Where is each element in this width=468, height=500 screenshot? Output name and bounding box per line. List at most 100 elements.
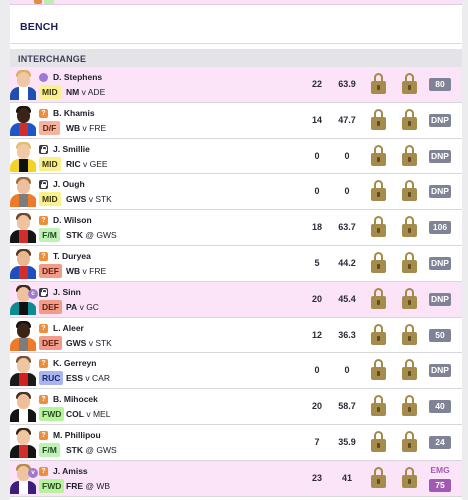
- lock-icon[interactable]: [401, 180, 418, 202]
- player-row[interactable]: ? T. Duryea DEF WB v FRE 5 44.2 DNP: [10, 245, 462, 282]
- player-row[interactable]: D. Stephens MID NM v ADE 22 63.9 80: [10, 67, 462, 103]
- player-name[interactable]: D. Stephens: [53, 72, 102, 82]
- locked-status-icon[interactable]: [39, 180, 48, 190]
- team-code: NM: [66, 87, 80, 97]
- lock-icon[interactable]: [370, 359, 387, 381]
- position-badge: D/F: [39, 120, 60, 135]
- player-row[interactable]: ? L. Aleer DEF GWS v STK 12 36.3 50: [10, 317, 462, 354]
- lock-icon[interactable]: [370, 108, 387, 131]
- page-edge-left: [0, 0, 10, 500]
- match-fixture: ESS v CAR: [66, 373, 110, 383]
- average-score: 0: [344, 365, 350, 376]
- question-status-icon[interactable]: ?: [39, 395, 48, 405]
- avatar-jersey-stripe: [19, 480, 28, 494]
- lock-icon[interactable]: [401, 287, 418, 310]
- lock-icon[interactable]: [401, 216, 418, 238]
- player-row[interactable]: v ? J. Amiss FWD FRE @ WB 23 41 EMG 75: [10, 460, 462, 497]
- player-name[interactable]: J. Smillie: [53, 144, 90, 154]
- locked-status-icon[interactable]: [39, 287, 48, 297]
- lock-icon[interactable]: [370, 251, 387, 274]
- locked-status-icon[interactable]: [39, 144, 48, 154]
- player-avatar[interactable]: [10, 176, 36, 208]
- opponent-code: GEE: [89, 158, 108, 169]
- divider: [10, 43, 462, 44]
- player-row[interactable]: ? B. Mihocek FWD COL v MEL 20 58.7 40: [10, 389, 462, 425]
- lock-icon[interactable]: [370, 395, 387, 417]
- player-name[interactable]: J. Amiss: [53, 466, 88, 476]
- question-status-icon[interactable]: ?: [39, 216, 48, 226]
- player-avatar[interactable]: [10, 320, 36, 351]
- avatar-jersey-stripe: [19, 409, 28, 423]
- games-played: 14: [311, 114, 322, 125]
- player-name[interactable]: B. Khamis: [53, 108, 95, 118]
- player-row[interactable]: J. Ough MID GWS v STK 0 0 DNP: [10, 174, 462, 211]
- position-badge: FWD: [39, 407, 65, 422]
- games-played: 7: [314, 436, 320, 447]
- player-avatar[interactable]: [10, 391, 36, 423]
- lock-icon[interactable]: [370, 430, 387, 453]
- lock-icon[interactable]: [401, 251, 418, 274]
- team-panel: BENCH INTERCHANGE D. Stephens MID NM v A…: [10, 0, 462, 500]
- lock-icon[interactable]: [370, 466, 387, 489]
- player-avatar[interactable]: [10, 248, 36, 279]
- opponent-code: CAR: [92, 373, 110, 384]
- player-name[interactable]: M. Phillipou: [53, 430, 101, 440]
- opponent-code: GWS: [96, 230, 117, 241]
- question-status-icon[interactable]: ?: [39, 466, 48, 476]
- question-icon: [34, 0, 42, 4]
- games-played: 0: [314, 186, 320, 197]
- lock-icon[interactable]: [370, 73, 387, 95]
- games-played: 22: [311, 79, 322, 89]
- player-row[interactable]: J. Smillie MID RIC v GEE 0 0 DNP: [10, 138, 462, 175]
- player-avatar[interactable]: [10, 141, 36, 172]
- player-name[interactable]: B. Mihocek: [53, 394, 98, 404]
- player-avatar[interactable]: [10, 105, 36, 136]
- team-code: WB: [66, 122, 81, 133]
- lock-icon[interactable]: [370, 144, 387, 167]
- lock-icon[interactable]: [401, 359, 418, 381]
- lock-icon[interactable]: [401, 323, 418, 346]
- player-row[interactable]: ? B. Khamis D/F WB v FRE 14 47.7 DNP: [10, 102, 462, 139]
- lock-icon[interactable]: [401, 144, 418, 167]
- lock-icon[interactable]: [370, 216, 387, 238]
- player-row[interactable]: ? K. Gerreyn RUC ESS v CAR 0 0 DNP: [10, 353, 462, 390]
- match-fixture: GWS v STK: [66, 338, 112, 348]
- player-avatar[interactable]: [10, 212, 36, 244]
- question-status-icon[interactable]: ?: [39, 323, 48, 333]
- lock-icon[interactable]: [401, 466, 418, 489]
- lock-icon[interactable]: [370, 180, 387, 202]
- position-badge: DEF: [39, 335, 62, 350]
- player-name[interactable]: J. Sinn: [53, 287, 81, 297]
- player-name[interactable]: K. Gerreyn: [53, 358, 96, 368]
- games-played: 0: [314, 150, 320, 161]
- lock-icon[interactable]: [401, 430, 418, 453]
- opponent-code: FRE: [89, 265, 107, 276]
- player-avatar[interactable]: [10, 69, 36, 100]
- question-status-icon[interactable]: ?: [39, 108, 48, 118]
- player-name[interactable]: T. Duryea: [53, 251, 91, 261]
- question-status-icon[interactable]: ?: [39, 359, 48, 369]
- fixture-separator: v: [82, 265, 87, 276]
- player-row[interactable]: c J. Sinn DEF PA v GC 20 45.4 DNP: [10, 281, 462, 318]
- lock-icon[interactable]: [370, 323, 387, 346]
- opponent-code: FRE: [89, 122, 107, 133]
- player-avatar[interactable]: [10, 355, 36, 387]
- fixture-separator: @: [85, 444, 95, 455]
- player-name[interactable]: D. Wilson: [53, 215, 92, 225]
- lock-icon[interactable]: [370, 287, 387, 310]
- question-status-icon[interactable]: ?: [39, 251, 48, 261]
- player-row[interactable]: ? M. Phillipou F/M STK @ GWS 7 35.9 24: [10, 424, 462, 461]
- player-avatar[interactable]: [10, 427, 36, 458]
- average-score: 58.7: [338, 401, 356, 412]
- avatar-head: [17, 322, 30, 338]
- player-name[interactable]: J. Ough: [53, 179, 85, 189]
- lock-icon[interactable]: [401, 395, 418, 417]
- lock-icon[interactable]: [401, 108, 418, 131]
- avatar-head: [17, 107, 30, 123]
- player-name[interactable]: L. Aleer: [53, 323, 84, 333]
- question-status-icon[interactable]: ?: [39, 430, 48, 440]
- avatar-jersey-stripe: [19, 265, 28, 279]
- opponent-code: STK: [95, 194, 112, 205]
- lock-icon[interactable]: [401, 73, 418, 95]
- player-row[interactable]: ? D. Wilson F/M STK @ GWS 18 63.7 106: [10, 210, 462, 246]
